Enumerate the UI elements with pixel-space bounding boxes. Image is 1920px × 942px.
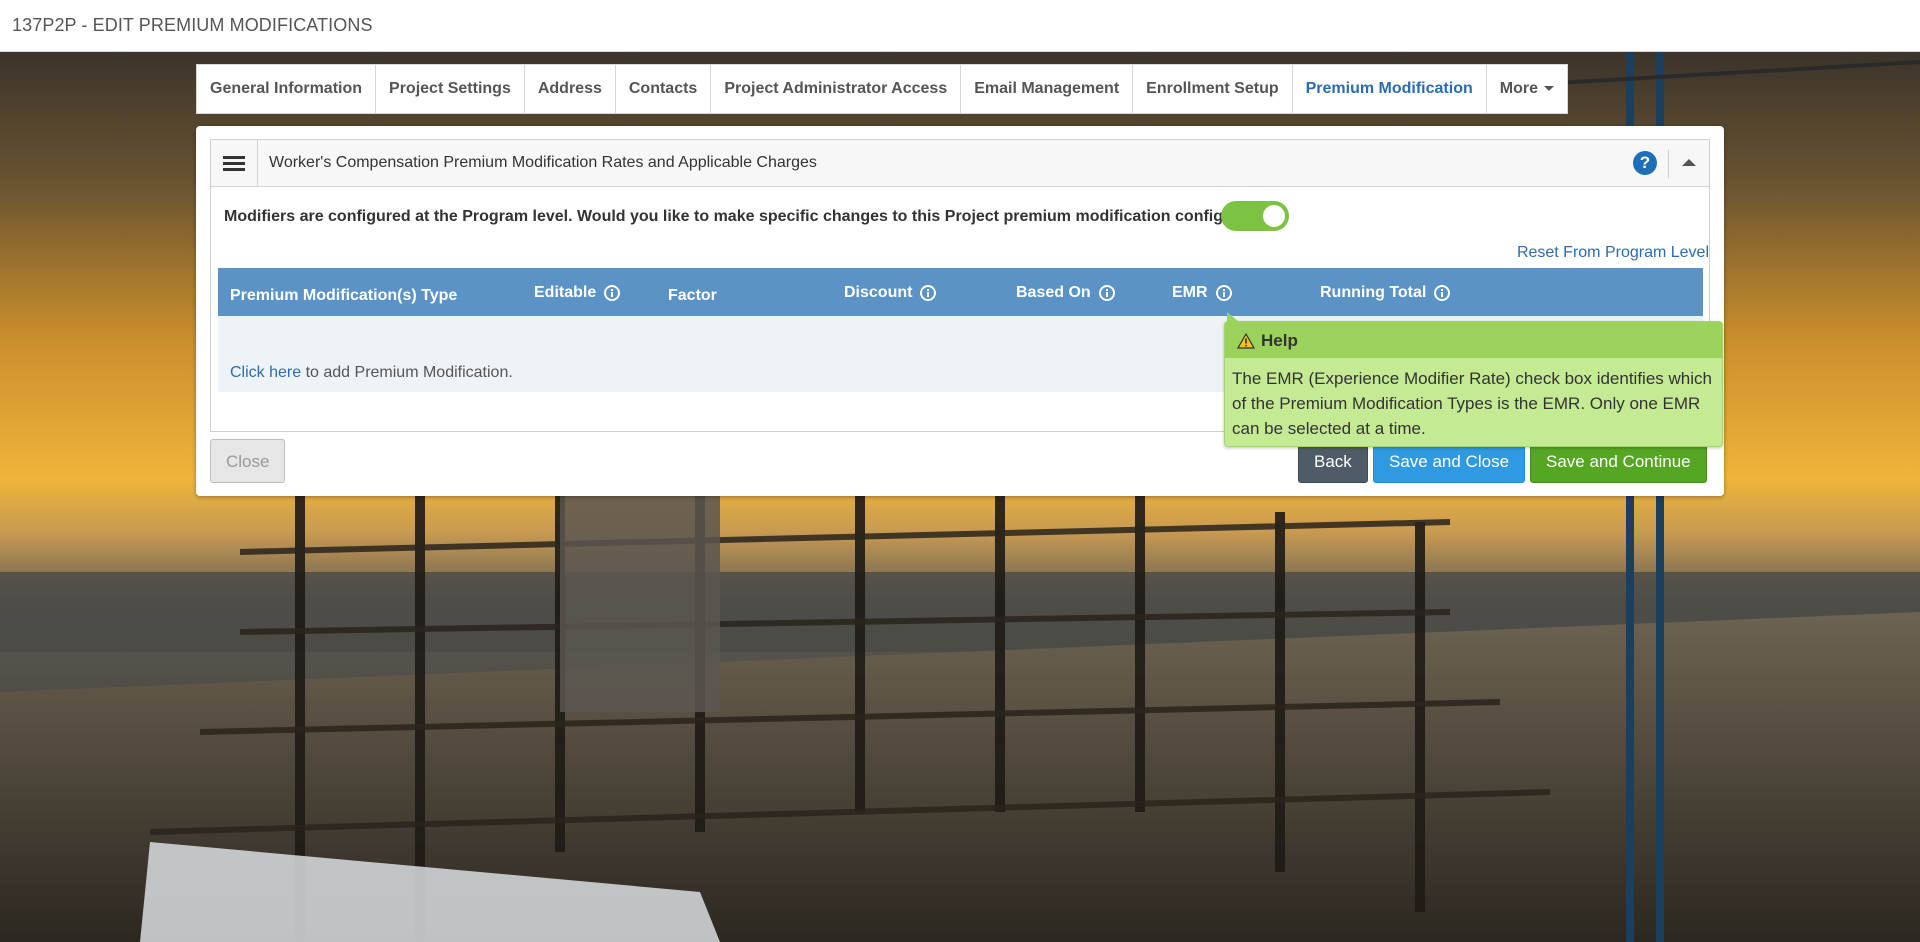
help-icon[interactable]: ? bbox=[1633, 151, 1657, 175]
emr-help-tooltip: Help The EMR (Experience Modifier Rate) … bbox=[1224, 312, 1723, 447]
tooltip-body: The EMR (Experience Modifier Rate) check… bbox=[1232, 369, 1712, 438]
tab-contacts[interactable]: Contacts bbox=[615, 65, 712, 113]
column-label: Discount bbox=[844, 284, 913, 301]
close-button[interactable]: Close bbox=[210, 439, 286, 483]
empty-table-message: Click here to add Premium Modification. bbox=[230, 364, 513, 382]
tab-enrollment-setup[interactable]: Enrollment Setup bbox=[1133, 65, 1293, 113]
tooltip-header: Help bbox=[1225, 322, 1722, 358]
column-label: Based On bbox=[1016, 284, 1091, 301]
panel-header: Worker's Compensation Premium Modificati… bbox=[211, 140, 1709, 187]
info-icon[interactable] bbox=[920, 285, 937, 301]
panel-title: Worker's Compensation Premium Modificati… bbox=[269, 154, 817, 171]
column-label: Editable bbox=[534, 284, 597, 301]
column-header-factor: Factor bbox=[668, 268, 717, 316]
info-icon[interactable] bbox=[1098, 285, 1115, 301]
header-divider bbox=[1668, 150, 1669, 178]
column-header-editable: Editable bbox=[534, 268, 621, 316]
warning-icon bbox=[1237, 333, 1255, 349]
column-label: Factor bbox=[668, 287, 717, 304]
tab-project-settings[interactable]: Project Settings bbox=[376, 65, 525, 113]
customize-toggle[interactable] bbox=[1221, 201, 1289, 231]
page-title: 137P2P - EDIT PREMIUM MODIFICATIONS bbox=[12, 15, 373, 35]
tab-general-information[interactable]: General Information bbox=[197, 65, 377, 113]
collapse-button[interactable] bbox=[1677, 152, 1701, 174]
tab-premium-modification[interactable]: Premium Modification bbox=[1292, 65, 1487, 113]
add-premium-modification-link[interactable]: Click here bbox=[230, 364, 301, 381]
info-icon[interactable] bbox=[1434, 285, 1451, 301]
column-label: Premium Modification(s) Type bbox=[230, 287, 458, 304]
column-label: EMR bbox=[1172, 284, 1208, 301]
tooltip-arrow bbox=[1227, 312, 1239, 322]
column-header-discount: Discount bbox=[844, 268, 937, 316]
table-header: Premium Modification(s) Type Editable Fa… bbox=[218, 268, 1703, 316]
tab-more[interactable]: More bbox=[1486, 65, 1567, 113]
tab-bar: General Information Project Settings Add… bbox=[196, 64, 1568, 114]
tab-project-administrator-access[interactable]: Project Administrator Access bbox=[711, 65, 962, 113]
column-header-running-total: Running Total bbox=[1320, 268, 1451, 316]
column-label: Running Total bbox=[1320, 284, 1427, 301]
reset-from-program-level-link[interactable]: Reset From Program Level bbox=[1517, 244, 1709, 262]
tooltip-title: Help bbox=[1261, 331, 1298, 350]
column-header-type: Premium Modification(s) Type bbox=[230, 268, 457, 316]
page-header: 137P2P - EDIT PREMIUM MODIFICATIONS bbox=[0, 0, 1920, 52]
program-level-question: Modifiers are configured at the Program … bbox=[224, 208, 1288, 225]
column-header-based-on: Based On bbox=[1016, 268, 1115, 316]
info-icon[interactable] bbox=[604, 285, 621, 301]
tab-more-label: More bbox=[1499, 80, 1538, 97]
toggle-knob bbox=[1263, 205, 1285, 227]
column-header-emr: EMR bbox=[1172, 268, 1232, 316]
tab-email-management[interactable]: Email Management bbox=[961, 65, 1134, 113]
hamburger-icon bbox=[223, 153, 245, 174]
empty-table-text: to add Premium Modification. bbox=[301, 364, 513, 381]
menu-button[interactable] bbox=[211, 140, 258, 186]
info-icon[interactable] bbox=[1215, 285, 1232, 301]
caret-down-icon bbox=[1543, 86, 1554, 92]
tab-address[interactable]: Address bbox=[524, 65, 616, 113]
